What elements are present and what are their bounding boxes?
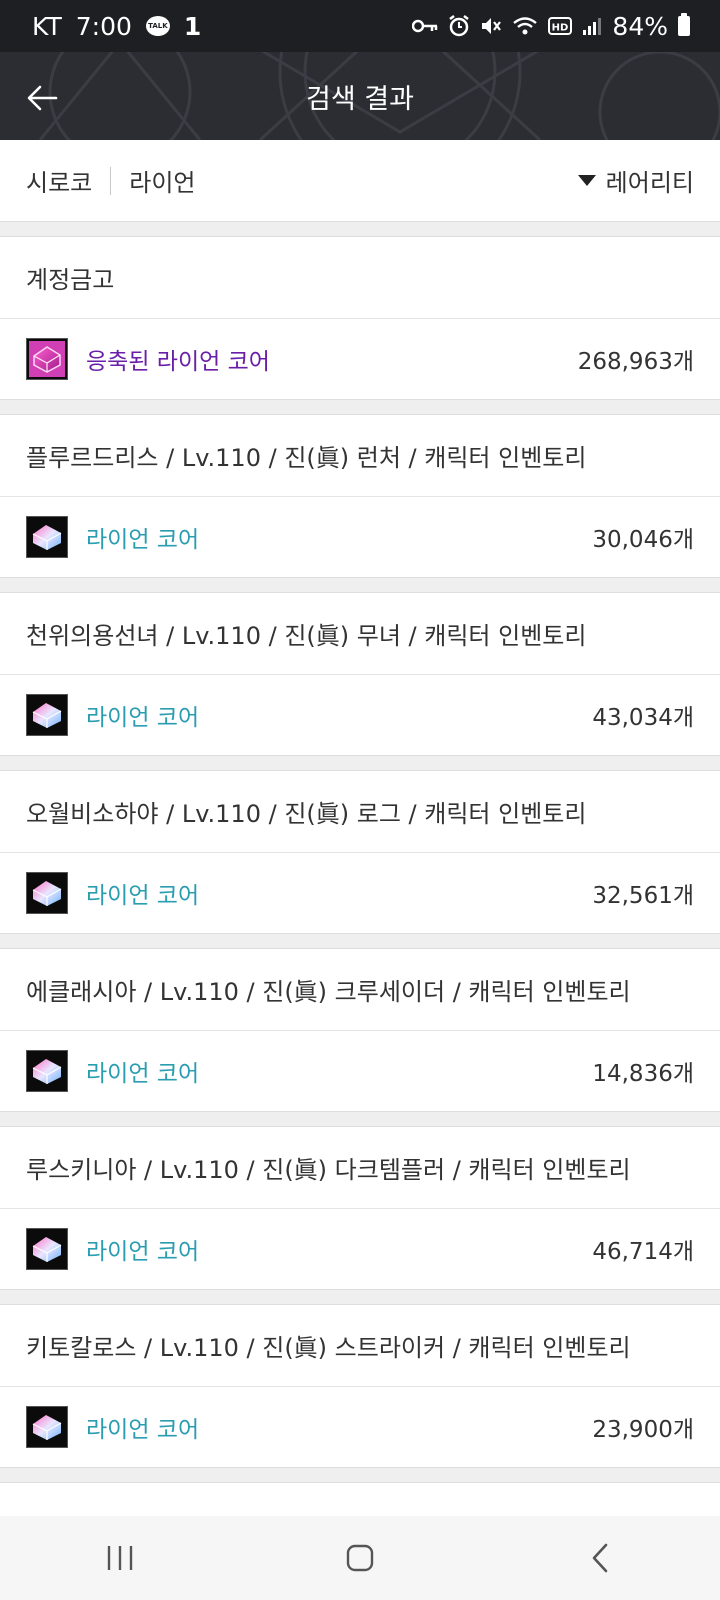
back-nav-button[interactable] bbox=[550, 1528, 650, 1588]
mute-icon bbox=[480, 15, 502, 37]
divider bbox=[0, 222, 720, 236]
status-bar: KT 7:00 TALK 1 HD 84% bbox=[0, 0, 720, 52]
item-count: 14,836개 bbox=[592, 1061, 694, 1087]
divider bbox=[0, 1112, 720, 1126]
group-header: 루스키니아 / Lv.110 / 진(眞) 다크템플러 / 캐릭터 인벤토리 bbox=[0, 1127, 720, 1209]
sort-dropdown[interactable]: 레어리티 bbox=[577, 163, 694, 198]
list-item[interactable]: 라이언 코어 23,900개 bbox=[0, 1387, 720, 1467]
item-count: 268,963개 bbox=[577, 349, 694, 375]
home-button[interactable] bbox=[310, 1528, 410, 1588]
wifi-icon bbox=[512, 16, 538, 36]
group-header: 오월비소하야 / Lv.110 / 진(眞) 로그 / 캐릭터 인벤토리 bbox=[0, 771, 720, 853]
result-group: 플루르드리스 / Lv.110 / 진(眞) 런처 / 캐릭터 인벤토리 라이언… bbox=[0, 414, 720, 578]
item-count: 30,046개 bbox=[592, 527, 694, 553]
item-name: 응축된 라이언 코어 bbox=[86, 349, 270, 375]
list-item[interactable]: 라이언 코어 43,034개 bbox=[0, 675, 720, 755]
signal-icon bbox=[582, 16, 602, 36]
clock: 7:00 bbox=[75, 11, 132, 41]
item-name: 라이언 코어 bbox=[86, 1417, 200, 1443]
recent-apps-icon bbox=[107, 1546, 133, 1570]
result-group: 계정금고 응축된 라이언 코어 268,963개 bbox=[0, 236, 720, 400]
divider bbox=[0, 400, 720, 414]
divider bbox=[0, 934, 720, 948]
app-bar: 검색 결과 bbox=[0, 52, 720, 140]
lion-core-icon bbox=[26, 694, 68, 736]
divider bbox=[110, 166, 112, 195]
lion-core-icon bbox=[26, 872, 68, 914]
divider bbox=[0, 1290, 720, 1304]
result-group: 천위의용선녀 / Lv.110 / 진(眞) 무녀 / 캐릭터 인벤토리 라이언… bbox=[0, 592, 720, 756]
item-name: 라이언 코어 bbox=[86, 705, 200, 731]
talk-badge: TALK bbox=[145, 16, 170, 36]
lion-core-icon bbox=[26, 1406, 68, 1448]
kakaotalk-icon: TALK bbox=[145, 16, 170, 36]
notification-count: 1 bbox=[183, 11, 202, 41]
svg-text:HD: HD bbox=[552, 23, 569, 34]
item-name: 라이언 코어 bbox=[86, 1239, 200, 1265]
group-header: 키토칼로스 / Lv.110 / 진(眞) 스트라이커 / 캐릭터 인벤토리 bbox=[0, 1305, 720, 1387]
list-item[interactable]: 라이언 코어 14,836개 bbox=[0, 1031, 720, 1111]
group-header: 계정금고 bbox=[0, 237, 720, 319]
list-item[interactable]: 라이언 코어 46,714개 bbox=[0, 1209, 720, 1289]
sort-label: 레어리티 bbox=[605, 169, 694, 197]
result-group: 에클래시아 / Lv.110 / 진(眞) 크루세이더 / 캐릭터 인벤토리 라… bbox=[0, 948, 720, 1112]
result-group: 키토칼로스 / Lv.110 / 진(眞) 스트라이커 / 캐릭터 인벤토리 라… bbox=[0, 1304, 720, 1468]
filter-bar: 시로코 라이언 레어리티 bbox=[0, 140, 720, 222]
group-header: 에클래시아 / Lv.110 / 진(眞) 크루세이더 / 캐릭터 인벤토리 bbox=[0, 949, 720, 1031]
item-name: 라이언 코어 bbox=[86, 527, 200, 553]
navigation-bar bbox=[0, 1516, 720, 1600]
key-icon bbox=[412, 18, 438, 34]
item-count: 32,561개 bbox=[592, 883, 694, 909]
page-title: 검색 결과 bbox=[306, 83, 414, 115]
list-item[interactable]: 라이언 코어 32,561개 bbox=[0, 853, 720, 933]
lion-core-icon bbox=[26, 1050, 68, 1092]
result-group: 루스키니아 / Lv.110 / 진(眞) 다크템플러 / 캐릭터 인벤토리 라… bbox=[0, 1126, 720, 1290]
item-name: 라이언 코어 bbox=[86, 1061, 200, 1087]
group-header: 플루르드리스 / Lv.110 / 진(眞) 런처 / 캐릭터 인벤토리 bbox=[0, 415, 720, 497]
item-count: 46,714개 bbox=[592, 1239, 694, 1265]
item-name: 라이언 코어 bbox=[86, 883, 200, 909]
battery-icon bbox=[678, 13, 690, 36]
list-item[interactable]: 응축된 라이언 코어 268,963개 bbox=[0, 319, 720, 399]
item-count: 23,900개 bbox=[592, 1417, 694, 1443]
hd-icon: HD bbox=[548, 17, 573, 35]
divider bbox=[0, 1468, 720, 1482]
battery-percent: 84% bbox=[612, 11, 668, 41]
result-group: 오월비소하야 / Lv.110 / 진(眞) 로그 / 캐릭터 인벤토리 라이언… bbox=[0, 770, 720, 934]
group-header: 천위의용선녀 / Lv.110 / 진(眞) 무녀 / 캐릭터 인벤토리 bbox=[0, 593, 720, 675]
divider bbox=[0, 578, 720, 592]
home-icon bbox=[346, 1544, 374, 1572]
result-list: 계정금고 응축된 라이언 코어 268,963개 플루르드리스 / Lv.110… bbox=[0, 222, 720, 1524]
condensed-lion-core-icon bbox=[26, 338, 68, 380]
list-item[interactable]: 라이언 코어 30,046개 bbox=[0, 497, 720, 577]
caret-down-icon bbox=[577, 175, 596, 186]
chevron-left-icon bbox=[592, 1543, 608, 1573]
lion-core-icon bbox=[26, 1228, 68, 1270]
carrier-label: KT bbox=[32, 11, 62, 41]
server-filter[interactable]: 시로코 bbox=[26, 163, 92, 198]
lion-core-icon bbox=[26, 516, 68, 558]
recent-apps-button[interactable] bbox=[70, 1528, 170, 1588]
divider bbox=[0, 756, 720, 770]
keyword-filter[interactable]: 라이언 bbox=[129, 163, 195, 198]
alarm-icon bbox=[448, 15, 470, 37]
item-count: 43,034개 bbox=[592, 705, 694, 731]
